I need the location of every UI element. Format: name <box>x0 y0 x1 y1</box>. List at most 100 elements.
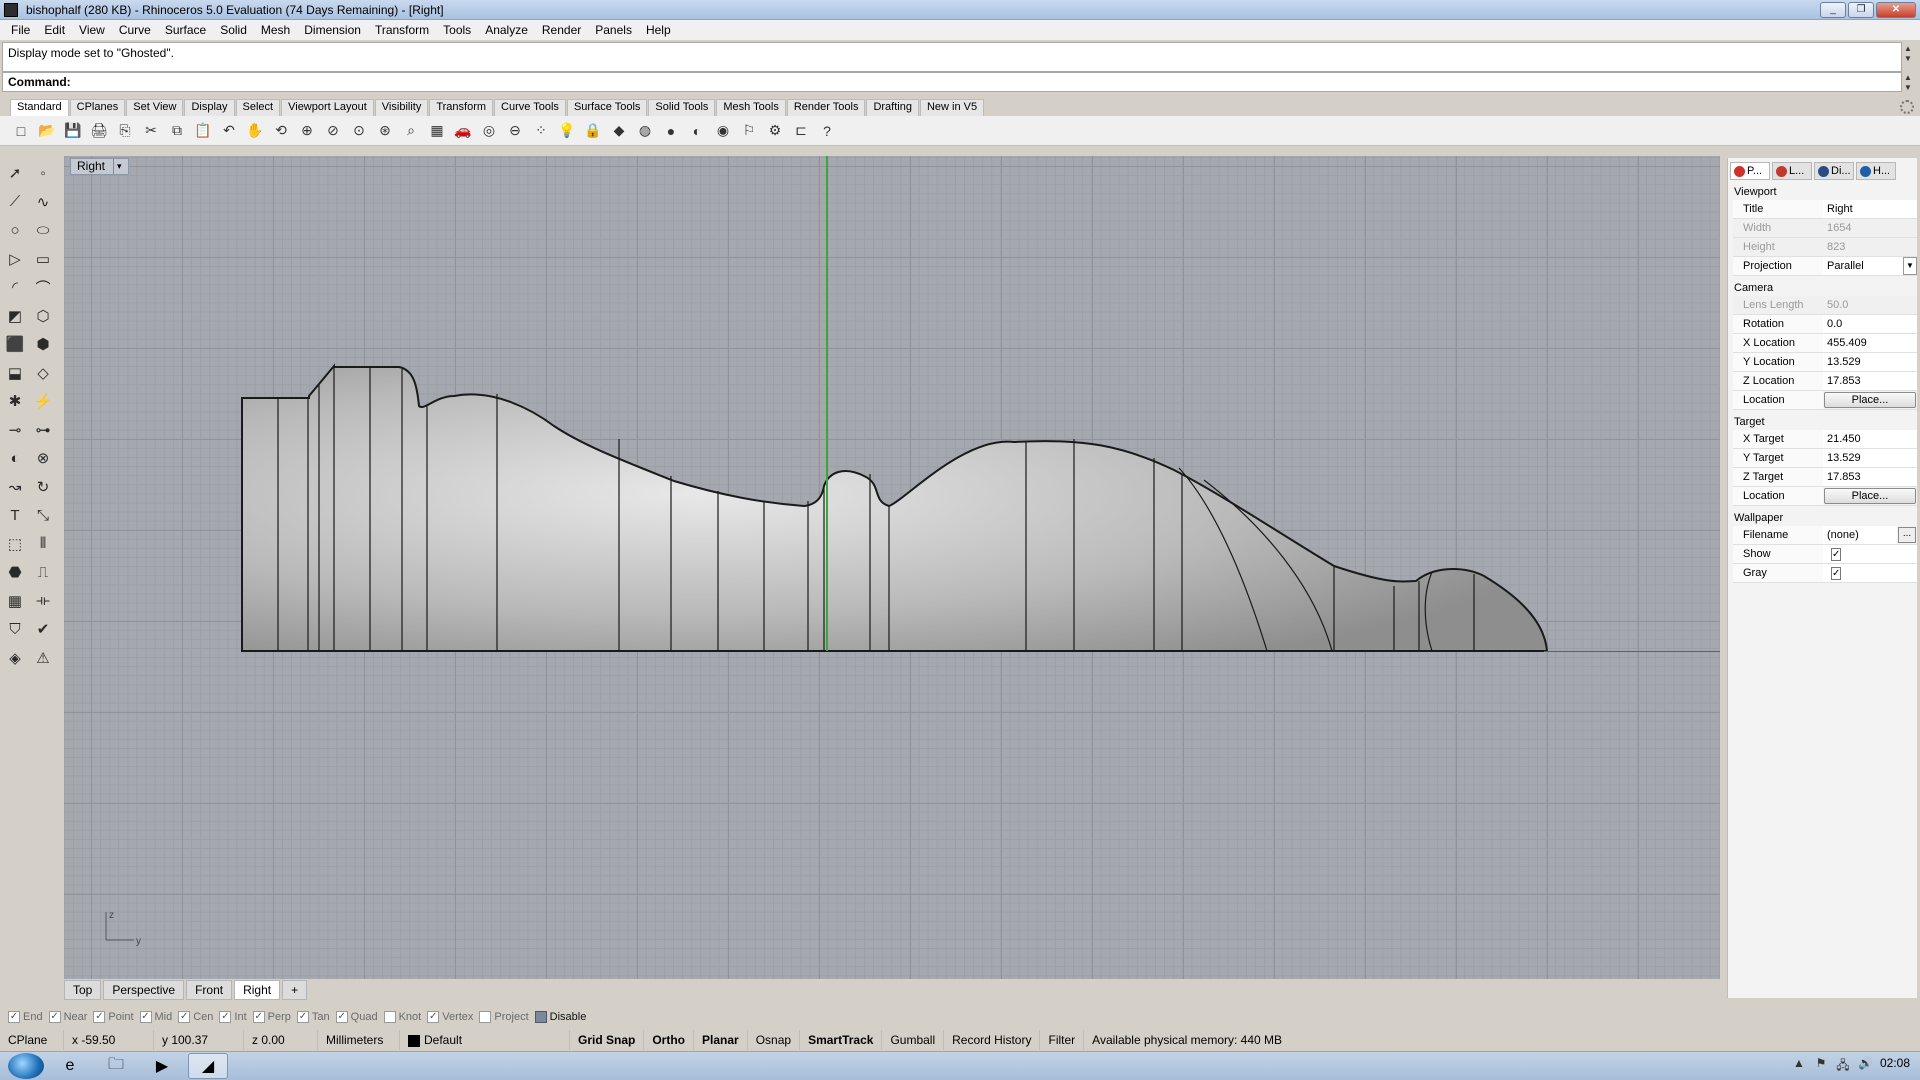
menu-curve[interactable]: Curve <box>112 23 158 37</box>
media-player-icon[interactable]: ▶ <box>142 1053 182 1079</box>
loft-icon[interactable]: ⬡ <box>30 303 56 329</box>
light-bulb-icon[interactable]: 💡 <box>556 120 578 142</box>
osnap-disable[interactable]: Disable <box>534 1011 586 1023</box>
osnap-knot[interactable]: Knot <box>383 1011 421 1023</box>
ortho-toggle[interactable]: Ortho <box>644 1030 695 1050</box>
align-icon[interactable]: ⟛ <box>30 588 56 614</box>
polygon-icon[interactable]: ▷ <box>2 246 28 272</box>
ie-icon[interactable]: e <box>50 1053 90 1079</box>
network-icon[interactable]: 🖧 <box>1836 1056 1850 1072</box>
osnap-vertex[interactable]: ✓ Vertex <box>427 1011 473 1023</box>
points-icon[interactable]: ⁘ <box>530 120 552 142</box>
move-icon[interactable]: ↝ <box>2 474 28 500</box>
grid-snap-toggle[interactable]: Grid Snap <box>570 1030 645 1050</box>
arc-icon[interactable]: ◜ <box>2 274 28 300</box>
zoom-window-icon[interactable]: ⊘ <box>322 120 344 142</box>
rotate-icon[interactable]: ↻ <box>30 474 56 500</box>
osnap-perp-checkbox[interactable]: ✓ <box>252 1011 265 1023</box>
prop-xloc-value[interactable]: 455.409 <box>1823 334 1917 352</box>
chevron-down-icon[interactable]: ▼ <box>1903 257 1917 275</box>
join-icon[interactable]: ⊶ <box>30 417 56 443</box>
check-icon[interactable]: ✔ <box>30 616 56 642</box>
target-place-button[interactable]: Place... <box>1824 488 1916 504</box>
toolbar-tab-drafting[interactable]: Drafting <box>866 99 919 116</box>
osnap-quad-checkbox[interactable]: ✓ <box>335 1011 348 1023</box>
filter-icon[interactable]: ⚐ <box>738 120 760 142</box>
toolbar-tab-set-view[interactable]: Set View <box>126 99 184 116</box>
osnap-tan-checkbox[interactable]: ✓ <box>296 1011 309 1023</box>
mesh-icon[interactable]: ⬣ <box>2 559 28 585</box>
browse-wallpaper-button[interactable]: ... <box>1898 527 1916 543</box>
osnap-vertex-checkbox[interactable]: ✓ <box>427 1011 440 1023</box>
filter-toggle[interactable]: Filter <box>1040 1030 1085 1050</box>
menu-transform[interactable]: Transform <box>368 23 436 37</box>
action-center-flag-icon[interactable]: ⚑ <box>1814 1056 1828 1070</box>
save-icon[interactable]: 💾 <box>62 120 84 142</box>
osnap-end-checkbox[interactable]: ✓ <box>8 1011 20 1023</box>
osnap-int-checkbox[interactable]: ✓ <box>219 1011 232 1023</box>
osnap-point-checkbox[interactable]: ✓ <box>93 1011 106 1023</box>
osnap-toggle[interactable]: Osnap <box>748 1030 801 1050</box>
projection-select[interactable]: Parallel ▼ <box>1823 257 1917 275</box>
array-icon[interactable]: ⬚ <box>2 531 28 557</box>
viewport-menu-dropdown-icon[interactable]: ▾ <box>113 159 122 174</box>
viewport-tab-perspective[interactable]: Perspective <box>103 980 185 1000</box>
zoom-icon[interactable]: ⊕ <box>296 120 318 142</box>
show-checkbox[interactable]: ✓ <box>1831 548 1842 561</box>
color-wheel-icon[interactable]: ◍ <box>634 120 656 142</box>
toolbar-tab-solid-tools[interactable]: Solid Tools <box>648 99 716 116</box>
prop-yt-value[interactable]: 13.529 <box>1823 449 1917 467</box>
menu-tools[interactable]: Tools <box>436 23 478 37</box>
point-icon[interactable]: ◦ <box>30 160 56 186</box>
menu-edit[interactable]: Edit <box>37 23 72 37</box>
paste-icon[interactable]: 📋 <box>192 120 214 142</box>
menu-surface[interactable]: Surface <box>158 23 213 37</box>
toolbar-tab-new-in-v5[interactable]: New in V5 <box>919 99 985 116</box>
panel-tab-properties[interactable]: P... <box>1730 162 1770 180</box>
units-label[interactable]: Millimeters <box>318 1030 400 1050</box>
toolbar-tab-viewport-layout[interactable]: Viewport Layout <box>281 99 374 116</box>
record-history-toggle[interactable]: Record History <box>944 1030 1041 1050</box>
osnap-perp[interactable]: ✓ Perp <box>252 1011 291 1023</box>
help-icon[interactable]: ? <box>816 120 838 142</box>
osnap-knot-checkbox[interactable] <box>383 1011 396 1023</box>
polyline-icon[interactable]: ⟋ <box>2 189 28 215</box>
prop-yloc-value[interactable]: 13.529 <box>1823 353 1917 371</box>
rendered-sphere-icon[interactable]: ◐ <box>686 120 708 142</box>
osnap-project[interactable]: Project <box>479 1011 529 1023</box>
offset-surface-icon[interactable]: ◇ <box>30 360 56 386</box>
osnap-quad[interactable]: ✓ Quad <box>335 1011 378 1023</box>
gray-checkbox[interactable]: ✓ <box>1831 567 1842 580</box>
text-icon[interactable]: T <box>2 502 28 528</box>
boolean-icon[interactable]: ⬢ <box>30 331 56 357</box>
surface-icon[interactable]: ◩ <box>2 303 28 329</box>
menu-dimension[interactable]: Dimension <box>297 23 368 37</box>
toolbar-tab-standard[interactable]: Standard <box>10 99 69 116</box>
gumball-toggle[interactable]: Gumball <box>882 1030 945 1050</box>
four-viewports-icon[interactable]: ▦ <box>426 120 448 142</box>
panel-tab-layers[interactable]: L... <box>1772 162 1812 180</box>
shaded-sphere-icon[interactable]: ● <box>660 120 682 142</box>
dimension-icon[interactable]: ⎍ <box>30 559 56 585</box>
layer-icon[interactable]: ◆ <box>608 120 630 142</box>
circle-icon[interactable]: ○ <box>2 217 28 243</box>
toolbar-options-gear-icon[interactable] <box>1900 100 1914 114</box>
panel-tab-display[interactable]: Di... <box>1814 162 1854 180</box>
rhino-icon[interactable]: ◢ <box>188 1053 228 1079</box>
open-file-icon[interactable]: 📂 <box>36 120 58 142</box>
toolbar-tab-mesh-tools[interactable]: Mesh Tools <box>716 99 786 116</box>
ellipse-icon[interactable]: ⬭ <box>30 217 56 243</box>
close-button[interactable]: ✕ <box>1876 2 1916 18</box>
scale-icon[interactable]: ⤡ <box>30 502 56 528</box>
osnap-end[interactable]: ✓ End <box>8 1011 43 1023</box>
trim-icon[interactable]: ⚡ <box>30 388 56 414</box>
lock-icon[interactable]: 🔒 <box>582 120 604 142</box>
cplane-icon[interactable]: ⊖ <box>504 120 526 142</box>
mirror-icon[interactable]: ⫴ <box>30 531 56 557</box>
toolbar-tab-surface-tools[interactable]: Surface Tools <box>566 99 648 116</box>
box-icon[interactable]: ⬛ <box>2 331 28 357</box>
restore-button[interactable]: ❐ <box>1848 2 1874 18</box>
ungroup-icon[interactable]: ⊗ <box>30 445 56 471</box>
viewport-tab-right[interactable]: Right <box>234 980 281 1000</box>
osnap-mid-checkbox[interactable]: ✓ <box>139 1011 152 1023</box>
